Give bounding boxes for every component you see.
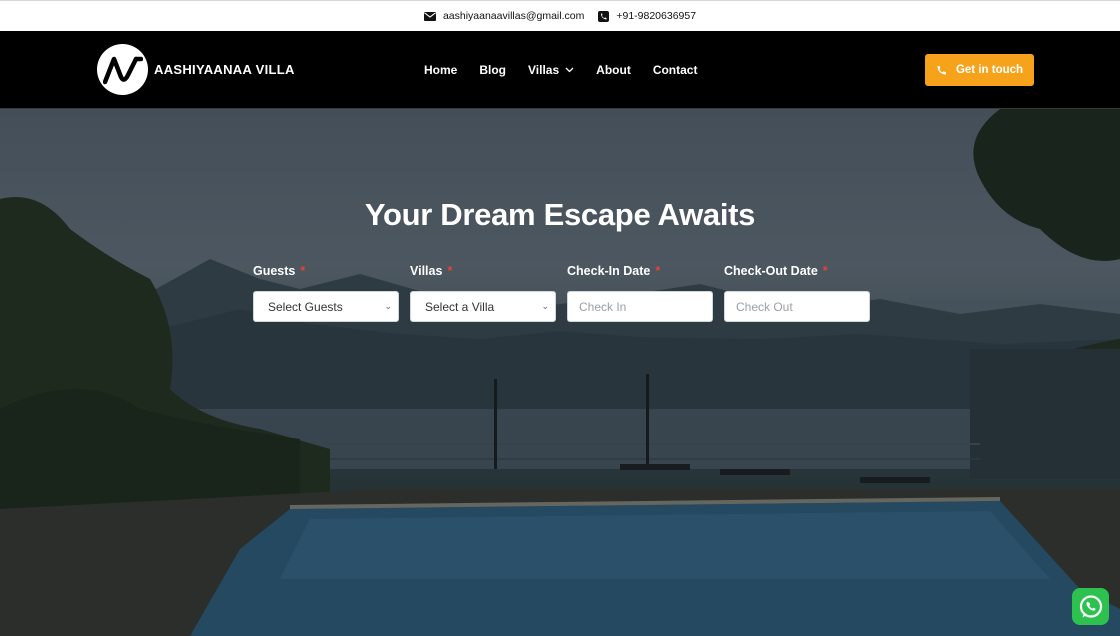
guests-field: Guests * Select Guests ⌄	[253, 264, 399, 322]
chevron-down-icon: ⌄	[541, 301, 549, 311]
chevron-down-icon: ⌄	[384, 301, 392, 311]
required-marker: *	[655, 264, 661, 278]
guests-label: Guests *	[253, 264, 399, 278]
get-in-touch-button[interactable]: Get in touch	[925, 54, 1034, 86]
chevron-down-icon	[565, 67, 574, 73]
villas-field: Villas * Select a Villa ⌄	[410, 264, 556, 322]
guests-label-text: Guests	[253, 264, 296, 278]
get-in-touch-label: Get in touch	[955, 64, 1024, 76]
envelope-icon	[423, 11, 436, 21]
checkin-placeholder: Check In	[579, 299, 627, 314]
contact-topbar: aashiyaanaavillas@gmail.com +91-98206369…	[0, 0, 1120, 31]
site-header: AASHIYAANAA VILLA Home Blog Villas About…	[0, 31, 1120, 109]
email-text: aashiyaanaavillas@gmail.com	[442, 10, 585, 22]
booking-form: Guests * Select Guests ⌄ Villas * Select a…	[253, 264, 870, 322]
checkin-field: Check-In Date * Check In	[567, 264, 713, 322]
email-link[interactable]: aashiyaanaavillas@gmail.com	[423, 10, 585, 22]
phone-link[interactable]: +91-9820636957	[598, 10, 696, 22]
checkout-field: Check-Out Date * Check Out	[724, 264, 870, 322]
nav-villas-label: Villas	[528, 63, 560, 77]
nav-about[interactable]: About	[596, 63, 631, 77]
nav-villas[interactable]: Villas	[528, 63, 574, 77]
checkin-input[interactable]: Check In	[567, 291, 713, 322]
checkout-label-text: Check-Out Date	[724, 264, 818, 278]
villa-select[interactable]: Select a Villa ⌄	[410, 291, 556, 322]
hero-section	[0, 109, 1120, 636]
checkout-placeholder: Check Out	[736, 299, 793, 314]
phone-icon	[937, 65, 946, 74]
main-nav: Home Blog Villas About Contact	[424, 31, 697, 109]
whatsapp-icon	[1079, 594, 1102, 618]
villas-label-text: Villas	[410, 264, 443, 278]
checkout-input[interactable]: Check Out	[724, 291, 870, 322]
site-logo[interactable]: AASHIYAANAA VILLA	[97, 44, 295, 95]
checkout-label: Check-Out Date *	[724, 264, 870, 278]
hero-title: Your Dream Escape Awaits	[364, 197, 756, 232]
villa-select-value: Select a Villa	[425, 299, 495, 314]
villas-label: Villas *	[410, 264, 556, 278]
logo-av-icon	[97, 44, 148, 95]
guests-select-value: Select Guests	[268, 299, 343, 314]
phone-icon	[598, 10, 610, 22]
nav-contact[interactable]: Contact	[653, 63, 698, 77]
phone-text: +91-9820636957	[616, 10, 697, 22]
required-marker: *	[300, 264, 306, 278]
nav-blog[interactable]: Blog	[479, 63, 506, 77]
required-marker: *	[447, 264, 453, 278]
logo-text: AASHIYAANAA VILLA	[154, 62, 295, 77]
checkin-label: Check-In Date *	[567, 264, 713, 278]
nav-home[interactable]: Home	[424, 63, 457, 77]
whatsapp-button[interactable]	[1072, 588, 1109, 625]
hero-overlay	[0, 109, 1120, 636]
required-marker: *	[822, 264, 828, 278]
guests-select[interactable]: Select Guests ⌄	[253, 291, 399, 322]
checkin-label-text: Check-In Date	[567, 264, 651, 278]
